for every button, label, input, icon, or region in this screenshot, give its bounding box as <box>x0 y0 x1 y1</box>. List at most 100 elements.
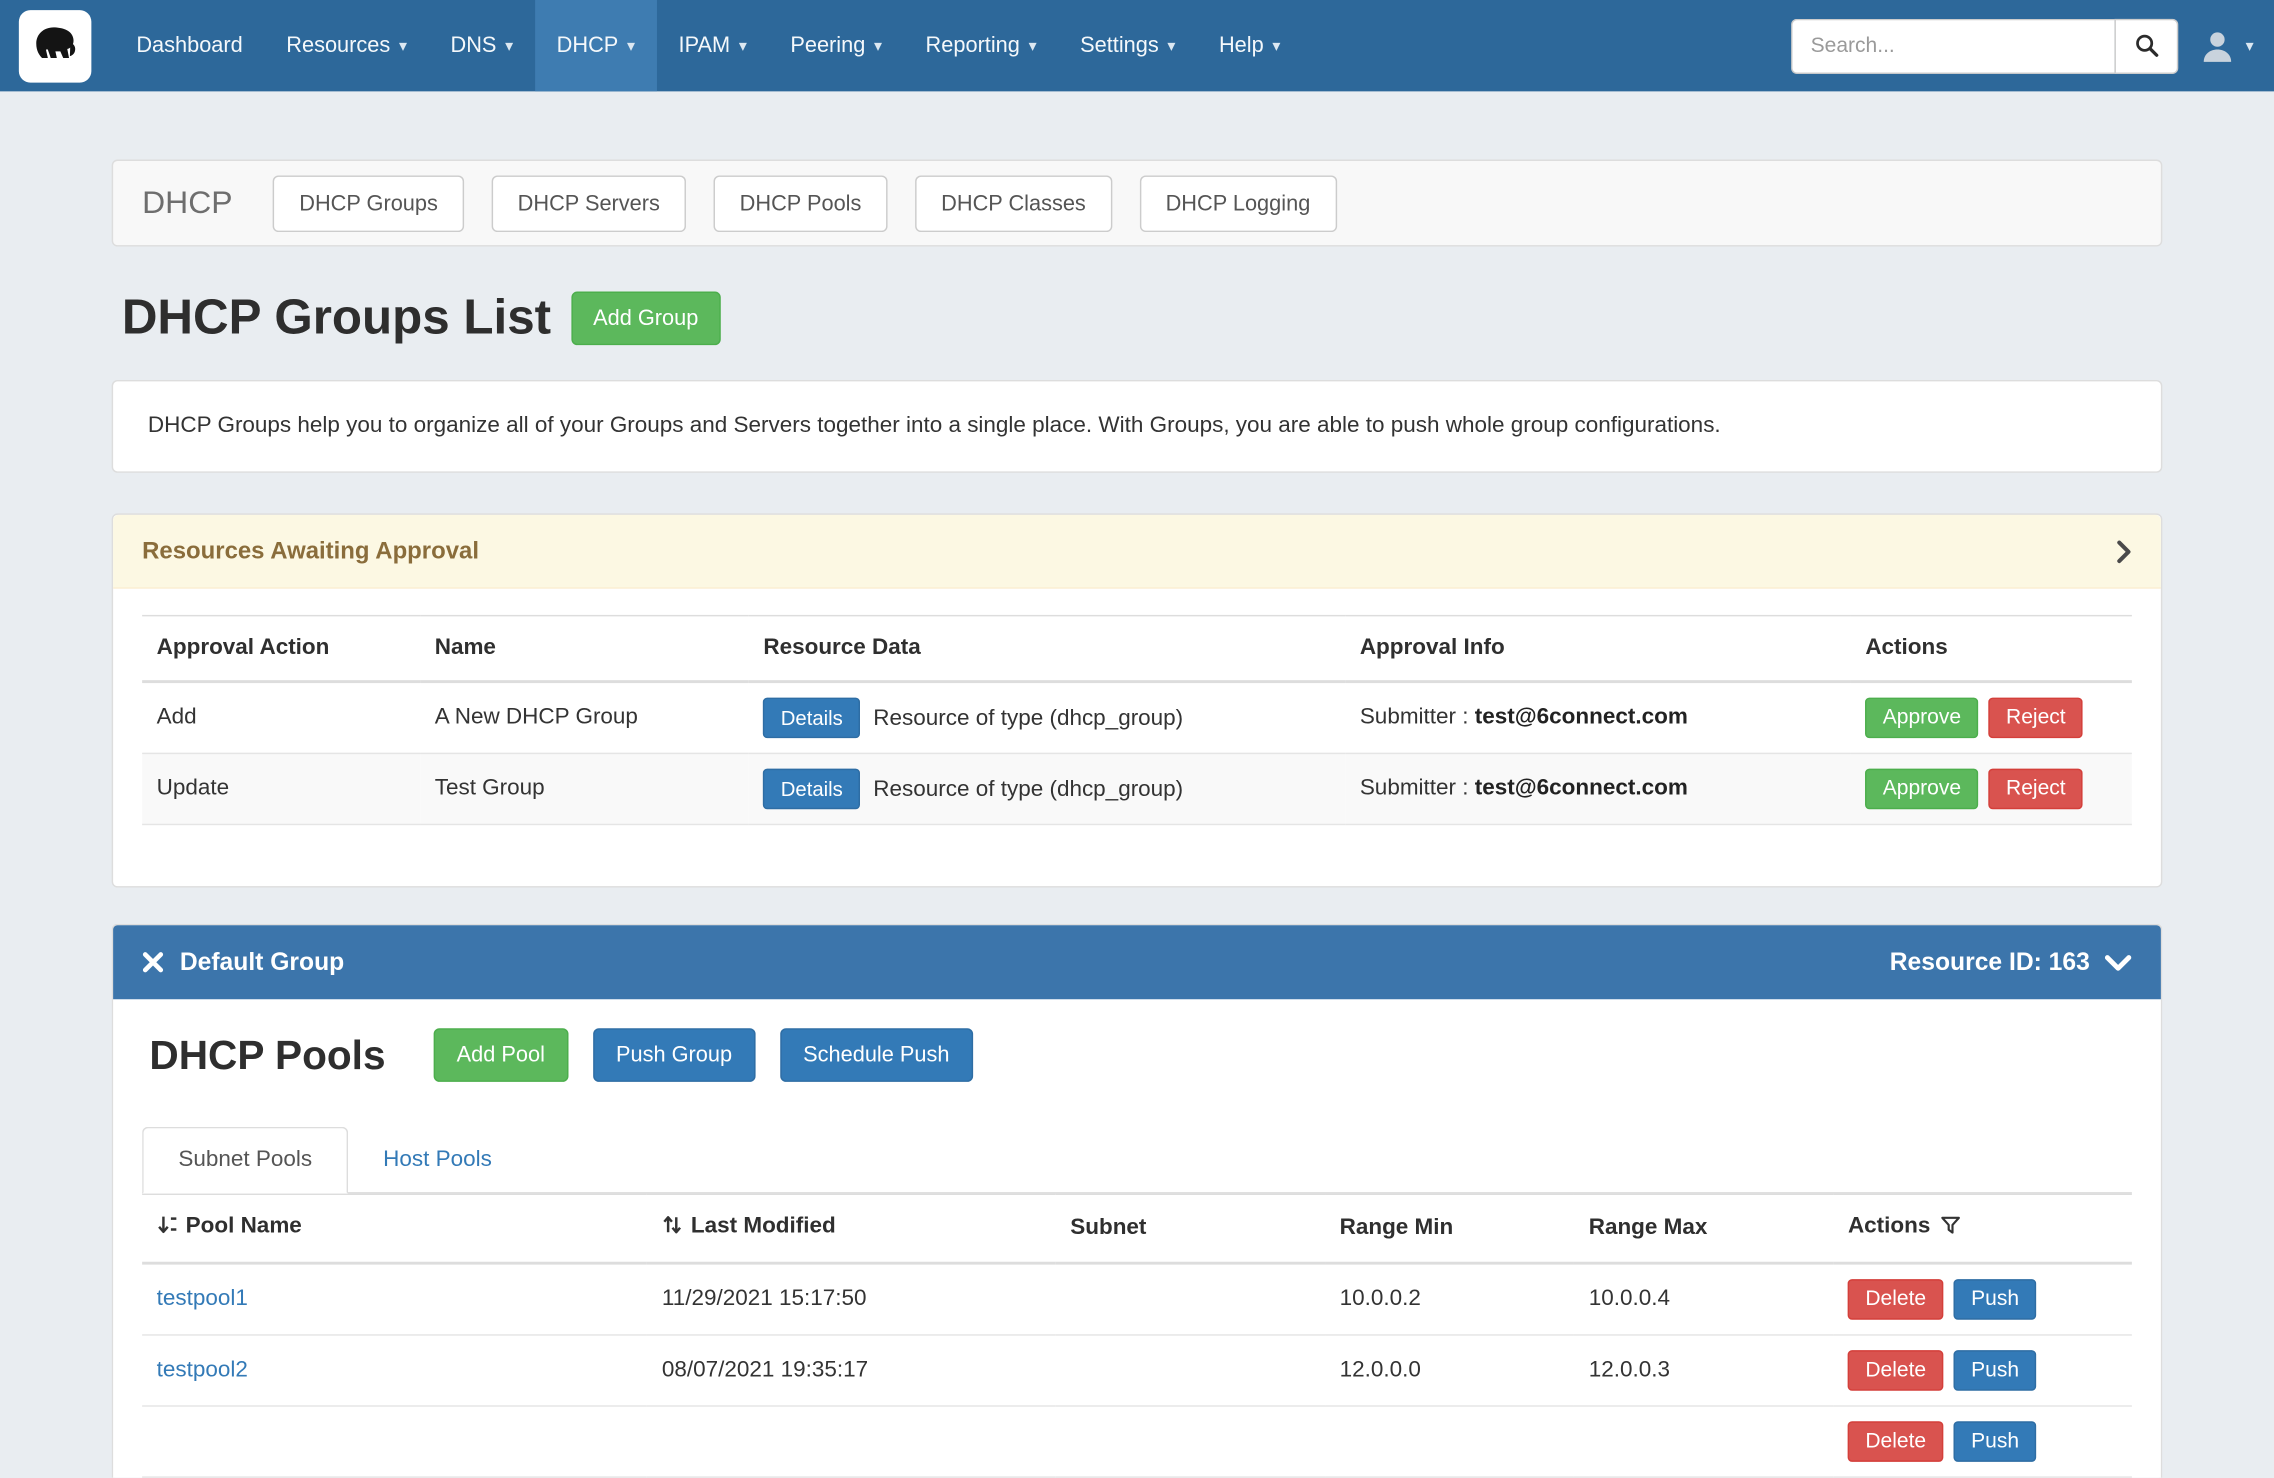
approval-action-cell: Update <box>142 753 420 824</box>
chevron-down-icon: ▾ <box>399 36 407 55</box>
app-logo[interactable] <box>0 0 115 91</box>
col-header-range-min[interactable]: Range Min <box>1325 1194 1574 1263</box>
col-header-last-modified[interactable]: Last Modified <box>647 1194 1055 1263</box>
range-min-cell: 12.0.0.0 <box>1325 1335 1574 1406</box>
nav-item-peering[interactable]: Peering ▾ <box>769 0 904 91</box>
chevron-down-icon: ▾ <box>874 36 882 55</box>
search-icon <box>2135 33 2160 58</box>
user-menu[interactable]: ▾ <box>2199 27 2253 65</box>
nav-label: Reporting <box>926 33 1020 58</box>
pool-actions-cell: DeletePush <box>1833 1263 2131 1335</box>
tab-host-pools[interactable]: Host Pools <box>348 1128 526 1192</box>
schedule-push-button[interactable]: Schedule Push <box>780 1028 973 1082</box>
details-button[interactable]: Details <box>763 698 860 739</box>
col-header-pool-name[interactable]: Pool Name <box>142 1194 647 1263</box>
delete-button[interactable]: Delete <box>1848 1350 1944 1391</box>
nav-label: Dashboard <box>136 33 242 58</box>
pool-actions-cell: DeletePush <box>1833 1406 2131 1477</box>
nav-item-help[interactable]: Help▾ <box>1197 0 1302 91</box>
last-modified-cell: 08/07/2021 19:35:17 <box>647 1335 1055 1406</box>
main-nav: Dashboard Resources ▾ DNS▾ DHCP ▾ IPAM▾ Pe… <box>115 0 1303 91</box>
nav-item-dns[interactable]: DNS▾ <box>429 0 535 91</box>
search-input[interactable] <box>1792 18 2115 73</box>
table-row: testpool2 08/07/2021 19:35:17 12.0.0.0 1… <box>142 1335 2132 1406</box>
close-icon[interactable] <box>142 951 164 973</box>
col-header-pool-actions[interactable]: Actions <box>1833 1194 2131 1263</box>
approvals-panel: Resources Awaiting Approval Approval Act… <box>112 513 2163 887</box>
group-panel-header: Default Group Resource ID: 163 <box>113 925 2161 999</box>
search-button[interactable] <box>2115 18 2179 73</box>
dhcp-groups-description: DHCP Groups help you to organize all of … <box>112 380 2163 473</box>
push-button[interactable]: Push <box>1954 1421 2037 1462</box>
chevron-down-icon: ▾ <box>2246 36 2254 55</box>
group-title: Default Group <box>180 948 344 977</box>
resource-data-text: Resource of type (dhcp_group) <box>873 777 1183 802</box>
submitter-email: test@6connect.com <box>1475 776 1688 801</box>
col-label: Pool Name <box>186 1214 302 1239</box>
nav-item-reporting[interactable]: Reporting ▾ <box>904 0 1059 91</box>
subnet-cell <box>1056 1406 1325 1477</box>
subnav-button-dhcp-groups[interactable]: DHCP Groups <box>273 175 464 232</box>
filter-icon[interactable] <box>1941 1215 1961 1243</box>
nav-item-ipam[interactable]: IPAM▾ <box>657 0 769 91</box>
chevron-down-icon: ▾ <box>1167 36 1175 55</box>
push-button[interactable]: Push <box>1954 1350 2037 1391</box>
subnav-section-label: DHCP <box>142 184 232 222</box>
last-modified-cell <box>647 1406 1055 1477</box>
pool-actions-cell: DeletePush <box>1833 1335 2131 1406</box>
subnav-button-dhcp-logging[interactable]: DHCP Logging <box>1139 175 1336 232</box>
subnav-button-dhcp-servers[interactable]: DHCP Servers <box>492 175 686 232</box>
user-icon <box>2199 27 2237 65</box>
page-root: Dashboard Resources ▾ DNS▾ DHCP ▾ IPAM▾ Pe… <box>0 0 2274 1436</box>
approval-name-cell: Test Group <box>420 753 749 824</box>
pool-name-link[interactable]: testpool2 <box>157 1357 248 1382</box>
sort-updown-icon <box>662 1214 684 1243</box>
subnav-button-dhcp-pools[interactable]: DHCP Pools <box>714 175 888 232</box>
nav-item-resources[interactable]: Resources ▾ <box>265 0 429 91</box>
pool-name-link[interactable]: testpool1 <box>157 1286 248 1311</box>
approve-button[interactable]: Approve <box>1865 698 1978 739</box>
nav-label: Peering <box>790 33 865 58</box>
reject-button[interactable]: Reject <box>1989 698 2083 739</box>
nav-label: DHCP <box>557 33 619 58</box>
chevron-down-icon: ▾ <box>1029 36 1037 55</box>
tab-subnet-pools[interactable]: Subnet Pools <box>142 1127 348 1194</box>
range-min-cell: 10.0.0.2 <box>1325 1263 1574 1335</box>
approvals-panel-title: Resources Awaiting Approval <box>142 537 479 565</box>
add-group-button[interactable]: Add Group <box>571 292 720 346</box>
col-label: Range Min <box>1340 1215 1454 1240</box>
chevron-down-icon: ▾ <box>739 36 747 55</box>
nav-item-dashboard[interactable]: Dashboard <box>115 0 265 91</box>
push-button[interactable]: Push <box>1954 1279 2037 1320</box>
col-label: Subnet <box>1070 1215 1146 1240</box>
subnav-button-dhcp-classes[interactable]: DHCP Classes <box>915 175 1112 232</box>
page-title: DHCP Groups List <box>122 290 551 347</box>
approve-button[interactable]: Approve <box>1865 769 1978 810</box>
delete-button[interactable]: Delete <box>1848 1279 1944 1320</box>
chevron-right-icon[interactable] <box>2116 539 2132 564</box>
submitter-email: test@6connect.com <box>1475 705 1688 730</box>
dhcp-subnav: DHCP DHCP Groups DHCP Servers DHCP Pools… <box>112 160 2163 247</box>
chevron-down-icon: ▾ <box>1272 36 1280 55</box>
chevron-down-icon[interactable] <box>2104 954 2132 971</box>
col-header-approval-action: Approval Action <box>142 616 420 682</box>
col-header-range-max[interactable]: Range Max <box>1574 1194 1833 1263</box>
nav-label: Resources <box>286 33 390 58</box>
subnet-cell <box>1056 1335 1325 1406</box>
nav-item-settings[interactable]: Settings ▾ <box>1058 0 1197 91</box>
range-min-cell <box>1325 1406 1574 1477</box>
approval-actions-cell: Approve Reject <box>1851 682 2132 754</box>
chevron-down-icon: ▾ <box>627 36 635 55</box>
col-header-subnet[interactable]: Subnet <box>1056 1194 1325 1263</box>
col-header-actions: Actions <box>1851 616 2132 682</box>
push-group-button[interactable]: Push Group <box>593 1028 755 1082</box>
nav-label: Settings <box>1080 33 1159 58</box>
global-search <box>1792 18 2179 73</box>
details-button[interactable]: Details <box>763 769 860 810</box>
nav-item-dhcp[interactable]: DHCP ▾ <box>535 0 657 91</box>
add-pool-button[interactable]: Add Pool <box>433 1028 568 1082</box>
reject-button[interactable]: Reject <box>1989 769 2083 810</box>
delete-button[interactable]: Delete <box>1848 1421 1944 1462</box>
last-modified-cell: 11/29/2021 15:17:50 <box>647 1263 1055 1335</box>
default-group-panel: Default Group Resource ID: 163 DHCP Pool… <box>112 924 2163 1478</box>
